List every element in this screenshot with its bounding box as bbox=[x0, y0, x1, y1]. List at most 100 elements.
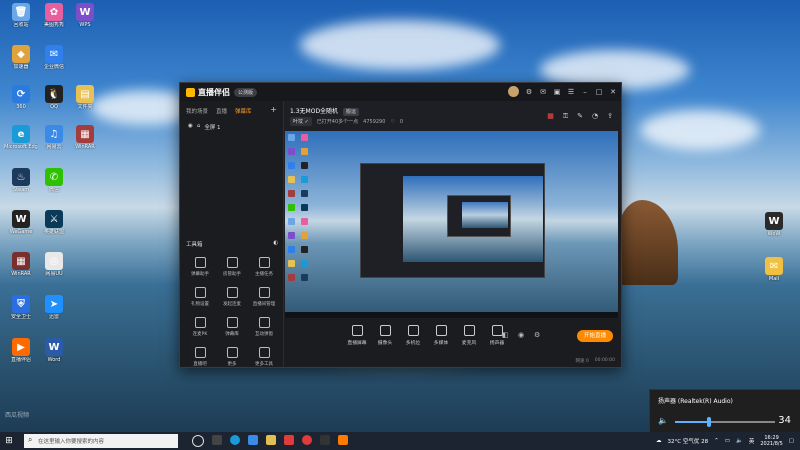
tool-item[interactable]: 直播吧 bbox=[184, 347, 216, 367]
eye-icon[interactable]: ◉ bbox=[188, 123, 193, 131]
volume-slider[interactable] bbox=[675, 417, 775, 427]
tools-toggle-icon[interactable]: ◐ bbox=[273, 240, 278, 248]
edit-icon[interactable]: ✎ bbox=[577, 112, 583, 121]
taskbar-search-box[interactable]: 在这里输入你要搜索的内容 bbox=[24, 434, 178, 448]
close-icon[interactable]: ✕ bbox=[609, 88, 617, 96]
live-assistant-taskbar-icon[interactable] bbox=[338, 435, 348, 445]
notifications-icon[interactable]: ▢ bbox=[789, 438, 794, 444]
maximize-icon[interactable]: □ bbox=[595, 88, 603, 96]
tool-item[interactable]: 弹幕库 bbox=[216, 317, 248, 337]
menu-icon[interactable]: ☰ bbox=[567, 88, 575, 96]
windows-start-icon[interactable]: ⊞ bbox=[0, 436, 18, 446]
desktop-icon[interactable]: ▶ 直播伴侣 bbox=[4, 338, 38, 363]
camera-small-icon[interactable]: ◧ bbox=[502, 331, 509, 339]
share-icon[interactable]: ⇪ bbox=[607, 112, 613, 121]
stream-preview[interactable] bbox=[285, 131, 618, 318]
app-red-icon[interactable] bbox=[284, 435, 294, 445]
netease-icon[interactable] bbox=[302, 435, 312, 445]
desktop-icon[interactable]: ⟳ 360 bbox=[4, 85, 38, 110]
eye-small-icon[interactable]: ◉ bbox=[518, 331, 524, 339]
tool-item[interactable]: 主播任务 bbox=[248, 257, 280, 277]
folder-icon[interactable] bbox=[266, 435, 276, 445]
desktop-icon[interactable]: ▦ WinRAR bbox=[68, 125, 102, 150]
desktop-icon[interactable]: 🐧 QQ bbox=[37, 85, 71, 110]
category-chip[interactable]: 叶坟 ✓ bbox=[290, 117, 312, 126]
microphone-button[interactable]: 麦克风 bbox=[454, 325, 484, 346]
user-avatar[interactable] bbox=[508, 86, 519, 97]
tool-item[interactable]: 更多工具 bbox=[248, 347, 280, 367]
tshirt-icon[interactable]: ▣ bbox=[553, 88, 561, 96]
stream-title[interactable]: 1.3无MOD全随机 bbox=[290, 108, 338, 115]
desktop-icon[interactable]: ♫ 网易云 bbox=[37, 125, 71, 150]
desktop-icon[interactable]: ➤ 迅雷 bbox=[37, 295, 71, 320]
lock-icon[interactable]: ⌂ bbox=[197, 123, 201, 131]
camera-button[interactable]: 摄像头 bbox=[370, 325, 400, 346]
settings-icon[interactable]: ⚙ bbox=[525, 88, 533, 96]
desktop-icon[interactable]: ✆ 微信 bbox=[37, 168, 71, 193]
desktop-icon[interactable]: e Microsoft Edge bbox=[4, 125, 38, 150]
screen-capture-button[interactable]: 直播屏幕 bbox=[342, 325, 372, 346]
tool-label: 弹幕库 bbox=[225, 332, 239, 337]
scene-item[interactable]: ◉ ⌂ 全屏 1 bbox=[180, 121, 283, 133]
media-button[interactable]: 多媒体 bbox=[426, 325, 456, 346]
desktop-icon[interactable]: ◎ 网易UU bbox=[37, 252, 71, 277]
tool-item[interactable]: 房管助手 bbox=[216, 257, 248, 277]
task-view-icon[interactable] bbox=[212, 435, 222, 445]
desktop-icon[interactable]: W WPS bbox=[68, 3, 102, 28]
desktop-icon-label: 迅雷 bbox=[48, 314, 59, 320]
live-assistant-window[interactable]: 直播伴侣 公测版 ⚙ ✉ ▣ ☰ – □ ✕ 我的场景 直播 弹幕库 + ◉ ⌂… bbox=[179, 82, 622, 368]
desktop-icon[interactable]: W WoW bbox=[757, 212, 791, 237]
tool-item[interactable]: 发起连麦 bbox=[216, 287, 248, 307]
desktop-icon[interactable]: ♨ Steam bbox=[4, 168, 38, 193]
speaker-icon bbox=[491, 325, 503, 336]
volume-tray-icon[interactable]: 🔈 bbox=[736, 438, 743, 444]
desktop-icon[interactable]: ✿ 美图秀秀 bbox=[37, 3, 71, 28]
weather-icon[interactable]: ☁ bbox=[656, 438, 662, 444]
desktop-icon-label: 加速器 bbox=[13, 64, 29, 70]
desktop-icon[interactable]: ▦ WinRAR bbox=[4, 252, 38, 277]
start-live-button[interactable]: 开始直播 bbox=[577, 330, 613, 342]
desktop-icon[interactable]: ✉ 企业微信 bbox=[37, 45, 71, 70]
tool-item[interactable]: 更多 bbox=[216, 347, 248, 367]
settings-small-icon[interactable]: ⚙ bbox=[534, 331, 540, 339]
title-bar[interactable]: 直播伴侣 公测版 ⚙ ✉ ▣ ☰ – □ ✕ bbox=[180, 83, 621, 101]
desktop-icon[interactable]: W Word bbox=[37, 338, 71, 363]
message-icon[interactable]: ✉ bbox=[539, 88, 547, 96]
tool-item[interactable]: 连麦PK bbox=[184, 317, 216, 337]
volume-thumb[interactable] bbox=[707, 417, 711, 427]
desktop-icon[interactable]: W WeGame bbox=[4, 210, 38, 235]
clock[interactable]: 16:29 2021/8/5 bbox=[760, 435, 782, 447]
desktop-icon[interactable]: 🗑 回收站 bbox=[4, 3, 38, 28]
ime-indicator[interactable]: 英 bbox=[749, 437, 755, 445]
desktop-icon[interactable]: ▤ 文件夹 bbox=[68, 85, 102, 110]
app-icon: e bbox=[12, 125, 30, 143]
desktop-icon[interactable]: ⚔ 英雄联盟 bbox=[37, 210, 71, 235]
tab-danmaku[interactable]: 弹幕库 bbox=[235, 107, 252, 115]
desktop-icon[interactable]: ◆ 加速器 bbox=[4, 45, 38, 70]
minimize-icon[interactable]: – bbox=[581, 88, 589, 96]
volume-flyout[interactable]: 扬声器 (Realtek(R) Audio) 🔈 34 bbox=[649, 389, 800, 434]
lock-icon[interactable]: ⚿ bbox=[563, 112, 568, 121]
tool-label: 弹幕助手 bbox=[191, 272, 209, 277]
notify-icon[interactable]: ◔ bbox=[592, 112, 598, 121]
weather-text[interactable]: 32°C 空气优 28 bbox=[668, 437, 709, 445]
multi-camera-button[interactable]: 多机位 bbox=[398, 325, 428, 346]
speaker-icon[interactable]: 🔈 bbox=[658, 416, 668, 425]
add-scene-icon[interactable]: + bbox=[270, 106, 277, 115]
tool-item[interactable]: 礼物设置 bbox=[184, 287, 216, 307]
tray-expand-icon[interactable]: ⌃ bbox=[714, 438, 719, 444]
desktop-icon[interactable]: ⛨ 安全卫士 bbox=[4, 295, 38, 320]
tool-item[interactable]: 弹幕助手 bbox=[184, 257, 216, 277]
cortana-icon[interactable] bbox=[192, 435, 204, 447]
network-icon[interactable]: ▭ bbox=[725, 438, 730, 444]
tool-item[interactable]: 直播间管理 bbox=[248, 287, 280, 307]
tab-live[interactable]: 直播 bbox=[216, 107, 227, 115]
tool-item[interactable]: 互动弹窗 bbox=[248, 317, 280, 337]
edge-icon[interactable] bbox=[230, 435, 240, 445]
desktop-icon[interactable]: ✉ Mail bbox=[757, 257, 791, 282]
app-icon: ✿ bbox=[45, 3, 63, 21]
store-icon[interactable] bbox=[248, 435, 258, 445]
bolt-icon[interactable] bbox=[320, 435, 330, 445]
tab-my-scenes[interactable]: 我的场景 bbox=[186, 107, 208, 115]
gift-icon[interactable]: ▦ bbox=[547, 112, 554, 121]
